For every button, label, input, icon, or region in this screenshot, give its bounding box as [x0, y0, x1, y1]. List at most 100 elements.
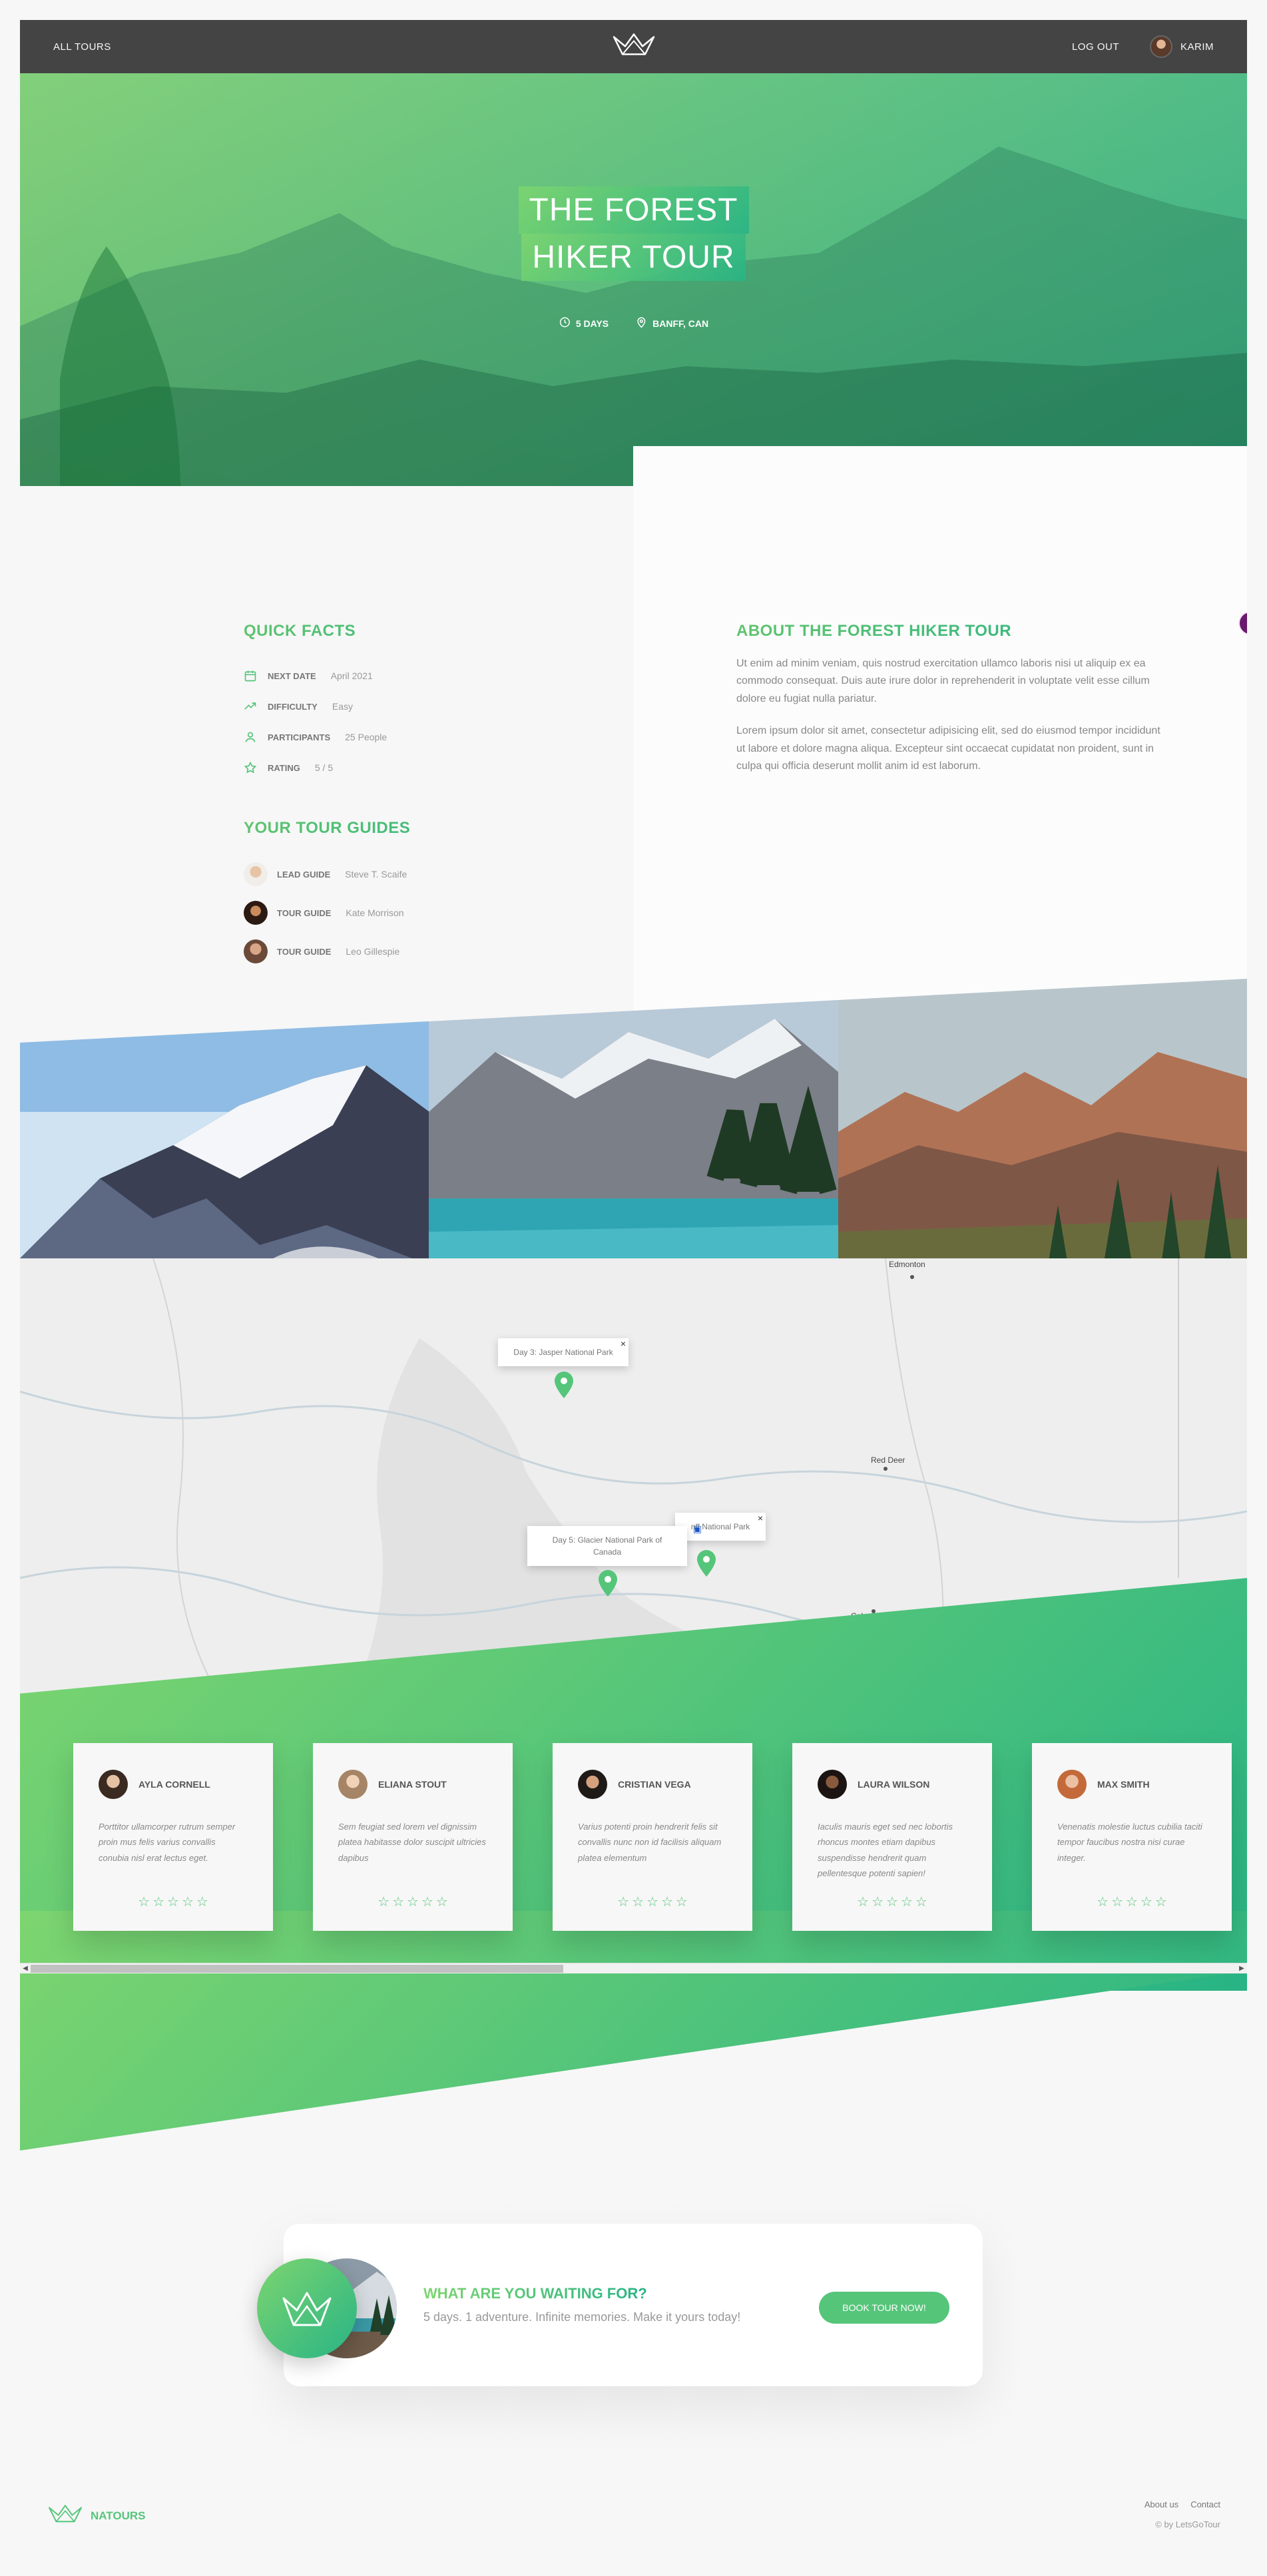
quick-facts-heading: Quick facts	[244, 622, 577, 641]
map-popup-banff[interactable]: × nff National Park	[675, 1513, 766, 1541]
reviewer-name: Max Smith	[1097, 1779, 1150, 1790]
star-icon: ☆	[617, 1895, 630, 1910]
about-paragraph-1: Ut enim ad minim veniam, quis nostrud ex…	[736, 658, 1150, 704]
reviewer-name: Laura Wilson	[858, 1779, 930, 1790]
fact-value: April 2021	[330, 670, 373, 681]
user-name: Karim	[1180, 41, 1214, 53]
guide-row: Tour guide Leo Gillespie	[244, 932, 577, 971]
hero-meta: 5 days Banff, CAN	[559, 316, 708, 330]
star-icon: ☆	[138, 1895, 150, 1910]
close-icon[interactable]: ×	[758, 1511, 763, 1525]
review-header: Laura Wilson	[818, 1770, 967, 1799]
review-card: Cristian Vega Varius potenti proin hendr…	[553, 1743, 752, 1931]
scroll-right-icon[interactable]: ▶	[1236, 1963, 1247, 1974]
star-icon: ☆	[660, 1895, 673, 1910]
quick-facts: Quick facts Next date April 2021 Difficu…	[244, 622, 577, 783]
guide-role: Tour guide	[277, 907, 332, 918]
star-icon: ☆	[1140, 1895, 1152, 1910]
crown-logo-icon[interactable]	[611, 32, 657, 62]
guide-avatar	[244, 901, 268, 925]
star-icon: ☆	[181, 1895, 194, 1910]
review-text: Porttitor ullamcorper rutrum semper proi…	[99, 1822, 236, 1863]
fact-label: Next date	[268, 670, 316, 681]
clock-icon	[559, 316, 571, 330]
reviews-bottom-band	[20, 1911, 1247, 2151]
fact-value: 5 / 5	[314, 762, 334, 773]
map-popup-glacier[interactable]: ▣ Day 5: Glacier National Park of Canada	[527, 1523, 702, 1566]
reviewer-avatar	[99, 1770, 128, 1799]
star-icon: ☆	[378, 1895, 390, 1910]
cta-title: What are you waiting for?	[423, 2285, 647, 2302]
reviewer-avatar	[578, 1770, 607, 1799]
star-icon: ☆	[435, 1895, 448, 1910]
star-icon: ☆	[900, 1895, 913, 1910]
reviewer-name: Eliana Stout	[378, 1779, 447, 1790]
star-icon: ☆	[392, 1895, 405, 1910]
star-icon: ☆	[1126, 1895, 1138, 1910]
scrollbar-thumb[interactable]	[31, 1965, 563, 1973]
tour-title: The Forest Hiker Tour	[518, 186, 749, 281]
cta-logo-circle	[257, 2258, 357, 2358]
map-pin-icon[interactable]	[695, 1549, 718, 1578]
scroll-left-icon[interactable]: ◀	[20, 1963, 31, 1974]
star-icon: ☆	[196, 1895, 208, 1910]
user-avatar	[1149, 35, 1172, 58]
star-icon: ☆	[1154, 1895, 1167, 1910]
fact-difficulty: Difficulty Easy	[244, 691, 577, 722]
contact-link[interactable]: Contact	[1190, 2499, 1220, 2509]
book-tour-button[interactable]: Book tour now!	[819, 2292, 949, 2324]
map-label-edmonton: Edmonton	[889, 1260, 925, 1269]
close-icon[interactable]: ▣	[693, 1522, 702, 1536]
review-text: Sem feugiat sed lorem vel dignissim plat…	[338, 1822, 486, 1863]
logout-link[interactable]: Log out	[1072, 41, 1119, 53]
all-tours-link[interactable]: All tours	[53, 41, 111, 53]
guide-name: Steve T. Scaife	[345, 869, 407, 880]
header-nav-user: Log out Karim	[1072, 35, 1214, 58]
reviews-scrollbar[interactable]: ◀ ▶	[20, 1963, 1247, 1973]
guide-role: Lead guide	[277, 869, 331, 880]
footer-brand-name: NATOURS	[91, 2509, 146, 2522]
fact-label: Difficulty	[268, 701, 318, 712]
star-icon: ☆	[675, 1895, 688, 1910]
location-text: Banff, CAN	[652, 318, 709, 329]
fact-label: Participants	[268, 732, 331, 742]
review-header: Eliana Stout	[338, 1770, 487, 1799]
review-rating: ☆ ☆ ☆ ☆ ☆	[338, 1894, 487, 1910]
cta-subtitle: 5 days. 1 adventure. Infinite memories. …	[423, 2310, 741, 2324]
guide-row: Lead guide Steve T. Scaife	[244, 855, 577, 894]
fact-value: Easy	[332, 701, 353, 712]
review-card: Max Smith Venenatis molestie luctus cubi…	[1032, 1743, 1232, 1931]
reviewer-name: Ayla Cornell	[138, 1779, 210, 1790]
map-popup-jasper[interactable]: × Day 3: Jasper National Park	[498, 1338, 629, 1366]
star-icon: ☆	[872, 1895, 884, 1910]
review-text: Iaculis mauris eget sed nec lobortis rho…	[818, 1822, 953, 1879]
reviewer-avatar	[1057, 1770, 1087, 1799]
user-menu[interactable]: Karim	[1149, 35, 1214, 58]
star-icon: ☆	[632, 1895, 644, 1910]
footer-logo[interactable]: NATOURS	[47, 2503, 146, 2528]
review-rating: ☆ ☆ ☆ ☆ ☆	[578, 1894, 727, 1910]
user-icon	[244, 730, 258, 744]
footer-nav: About us Contact	[1144, 2499, 1220, 2509]
reviewer-avatar	[818, 1770, 847, 1799]
star-icon: ☆	[886, 1895, 898, 1910]
map-pin-icon[interactable]	[553, 1370, 575, 1400]
fact-value: 25 People	[345, 732, 387, 742]
map-pin-icon	[635, 316, 647, 330]
review-rating: ☆ ☆ ☆ ☆ ☆	[99, 1894, 248, 1910]
star-icon: ☆	[167, 1895, 179, 1910]
tour-title-line2: Hiker Tour	[521, 234, 746, 281]
review-card: Eliana Stout Sem feugiat sed lorem vel d…	[313, 1743, 513, 1931]
star-icon: ☆	[646, 1895, 658, 1910]
close-icon[interactable]: ×	[621, 1337, 626, 1351]
cta-box: What are you waiting for? 5 days. 1 adve…	[257, 2224, 983, 2386]
map-pin-icon[interactable]	[597, 1569, 619, 1598]
review-card: Laura Wilson Iaculis mauris eget sed nec…	[792, 1743, 992, 1931]
about-us-link[interactable]: About us	[1144, 2499, 1178, 2509]
fact-label: Rating	[268, 762, 300, 773]
reviewer-name: Cristian Vega	[618, 1779, 691, 1790]
site-header: All tours Log out Karim	[20, 20, 1247, 73]
reviewer-avatar	[338, 1770, 368, 1799]
review-header: Cristian Vega	[578, 1770, 727, 1799]
trending-up-icon	[244, 700, 258, 713]
